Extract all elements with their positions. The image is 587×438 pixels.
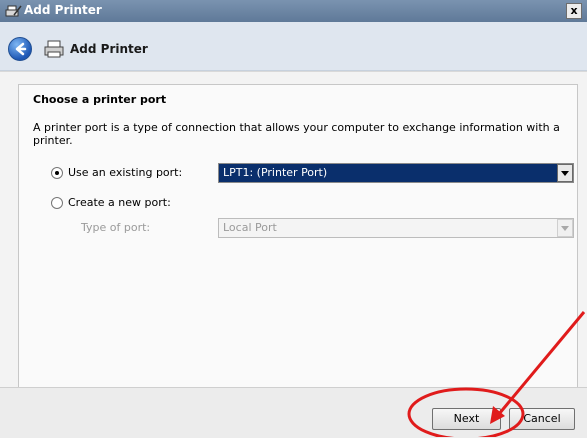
wizard-nav-bar: Add Printer [0, 22, 587, 71]
existing-port-dropdown[interactable]: LPT1: (Printer Port) [218, 163, 574, 183]
use-existing-port-label[interactable]: Use an existing port: [68, 166, 182, 179]
close-button[interactable]: x [566, 3, 582, 19]
chevron-down-icon [557, 219, 573, 237]
existing-port-value: LPT1: (Printer Port) [223, 166, 328, 179]
next-button[interactable]: Next [432, 408, 501, 430]
port-type-value: Local Port [223, 221, 277, 234]
create-new-port-label[interactable]: Create a new port: [68, 196, 171, 209]
back-arrow-icon [15, 42, 27, 56]
chevron-down-icon[interactable] [557, 164, 573, 182]
port-type-dropdown: Local Port [218, 218, 574, 238]
page-description: A printer port is a type of connection t… [33, 121, 560, 147]
page-heading: Choose a printer port [33, 93, 167, 106]
create-new-port-radio[interactable] [51, 197, 63, 209]
printer-icon [44, 40, 64, 58]
window-title-bar: Add Printer x [0, 0, 587, 22]
cancel-button[interactable]: Cancel [509, 408, 575, 430]
port-type-label: Type of port: [81, 221, 151, 234]
use-existing-port-radio[interactable] [51, 167, 63, 179]
printer-wand-icon [5, 5, 22, 17]
back-button[interactable] [8, 37, 32, 61]
wizard-title: Add Printer [70, 42, 148, 56]
window-title: Add Printer [24, 3, 102, 17]
